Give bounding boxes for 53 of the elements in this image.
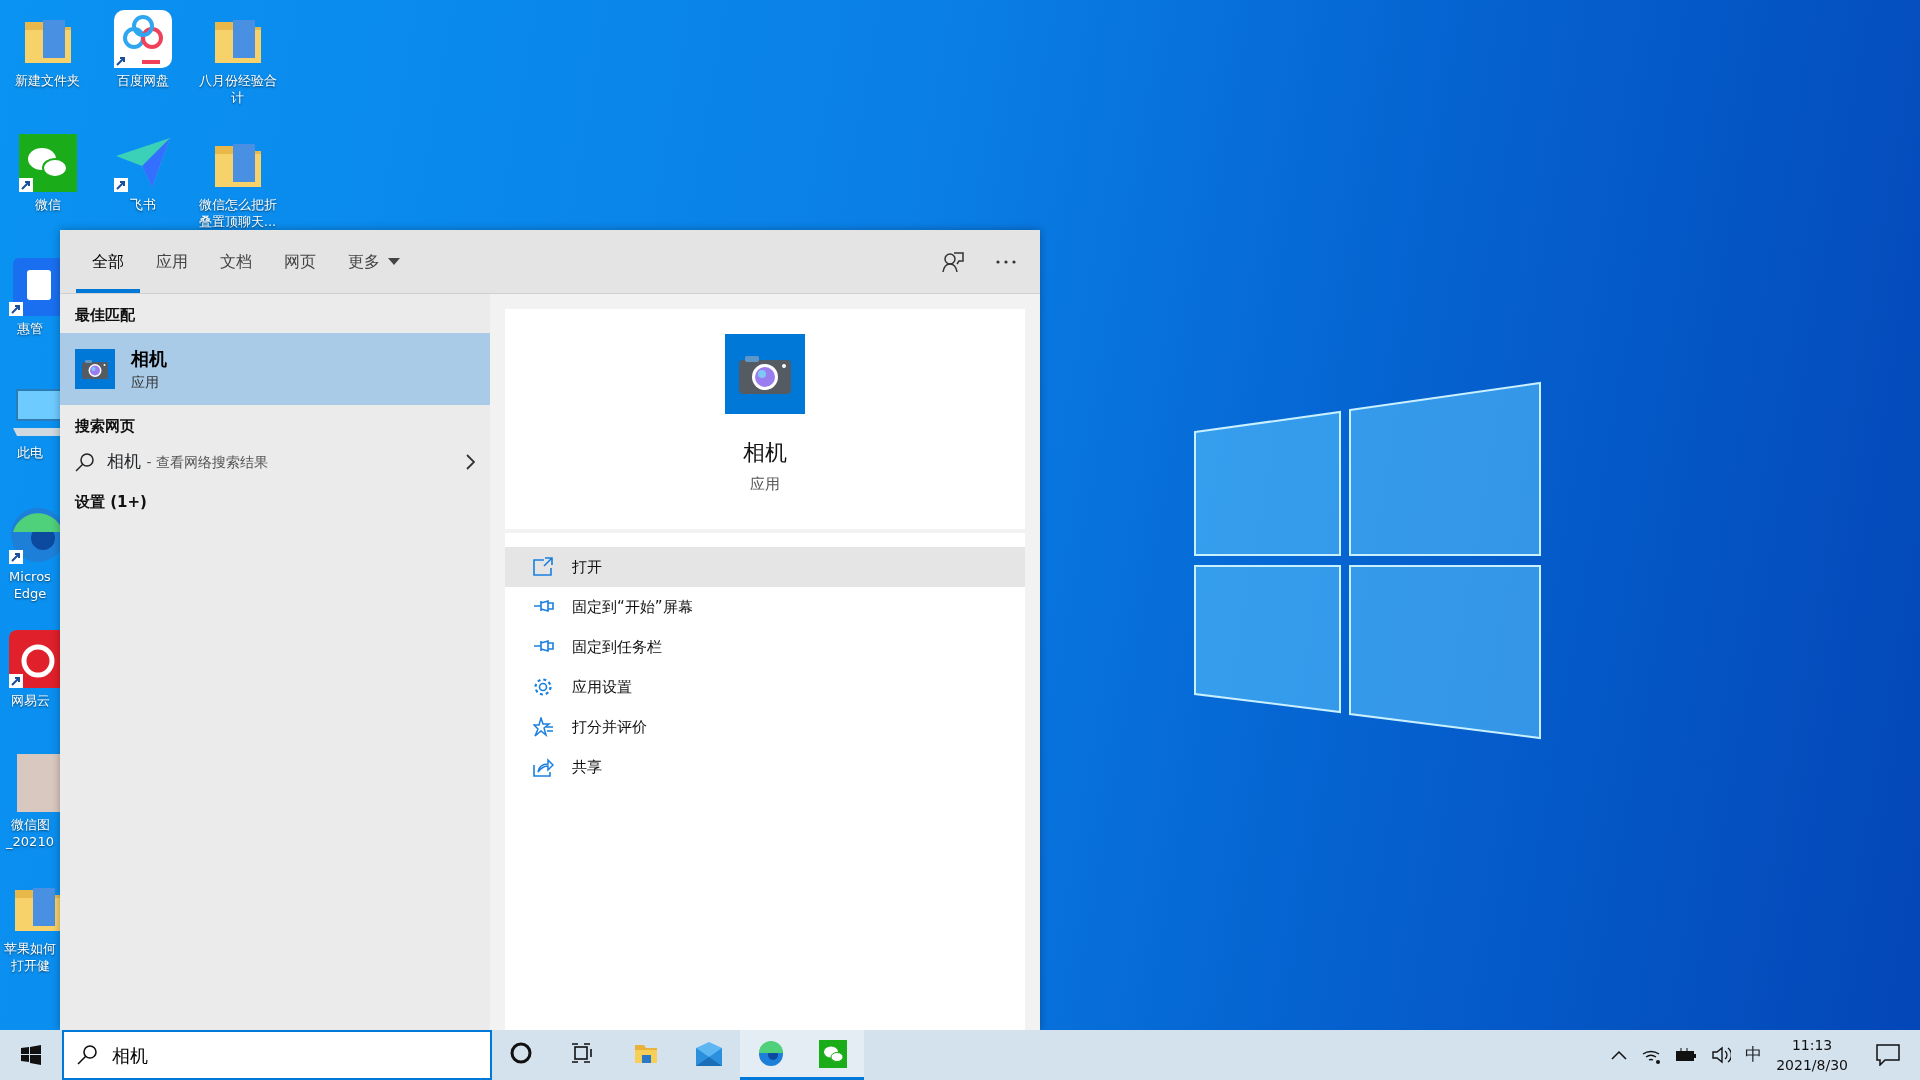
result-item[interactable]: 相机 应用 bbox=[60, 332, 490, 405]
icon-label: 此电 bbox=[16, 444, 44, 461]
action-item[interactable]: 打开 bbox=[505, 547, 1025, 587]
battery-icon[interactable] bbox=[1675, 1048, 1698, 1062]
chevron-right-icon bbox=[465, 453, 475, 470]
open-icon bbox=[533, 557, 554, 577]
icon-label: 八月份经验合 计 bbox=[197, 72, 278, 106]
clock[interactable]: 11:13 2021/8/30 bbox=[1776, 1035, 1848, 1075]
windows-logo-icon bbox=[21, 1045, 41, 1065]
app-title: 相机 bbox=[743, 439, 787, 467]
envelope-icon bbox=[695, 1041, 723, 1069]
person-feedback-icon bbox=[942, 250, 964, 273]
icon-label: 网易云 bbox=[9, 692, 51, 709]
icon-label: 苹果如何 打开健 bbox=[3, 940, 57, 974]
caret-icon bbox=[388, 257, 400, 266]
icon-label: 飞书 bbox=[128, 196, 157, 213]
ellipsis-icon bbox=[996, 259, 1016, 264]
settings-icon bbox=[533, 677, 554, 697]
volume-icon[interactable] bbox=[1711, 1046, 1732, 1064]
tab[interactable]: 文档 bbox=[204, 230, 268, 293]
result-title: 相机 bbox=[131, 346, 167, 371]
cloud-app-icon[interactable] bbox=[111, 8, 174, 70]
camera-icon bbox=[725, 334, 805, 414]
icon-label: 微信 bbox=[33, 196, 62, 213]
notification-icon[interactable] bbox=[1876, 1044, 1900, 1066]
search-icon bbox=[75, 451, 95, 472]
icon-label: Micros Edge bbox=[8, 568, 52, 602]
share-icon bbox=[533, 757, 554, 777]
section-heading: 设置 (1+) bbox=[73, 491, 148, 513]
browser-icon bbox=[757, 1039, 785, 1068]
icon-label: 惠管 bbox=[16, 320, 44, 337]
input-method-indicator[interactable]: 中 bbox=[1745, 1042, 1763, 1068]
app-subtitle: 应用 bbox=[750, 474, 780, 495]
web-search-text: 相机 - 查看网络搜索结果 bbox=[107, 450, 269, 473]
search-icon bbox=[76, 1044, 98, 1066]
web-search-item[interactable]: 相机 - 查看网络搜索结果 bbox=[60, 443, 490, 481]
search-field[interactable]: 相机 bbox=[62, 1030, 492, 1080]
icon-label: 微信图 _20210 bbox=[5, 816, 55, 850]
chat-app-icon bbox=[819, 1039, 847, 1068]
tab[interactable]: 全部 bbox=[76, 230, 140, 293]
tab[interactable]: 网页 bbox=[268, 230, 332, 293]
chevron-up-icon[interactable] bbox=[1611, 1050, 1628, 1060]
camera-icon bbox=[75, 348, 115, 389]
tab[interactable]: 应用 bbox=[140, 230, 204, 293]
result-subtitle: 应用 bbox=[131, 372, 160, 392]
icon-label: 新建文件夹 bbox=[14, 72, 81, 89]
star-icon bbox=[533, 717, 554, 737]
icon-label: 微信怎么把折 叠置顶聊天... bbox=[197, 196, 278, 230]
icon-label: 百度网盘 bbox=[115, 72, 170, 89]
section-heading: 最佳匹配 bbox=[74, 305, 136, 326]
section-heading: 搜索网页 bbox=[74, 415, 136, 437]
chat-app-icon[interactable] bbox=[16, 132, 79, 194]
tab[interactable]: 更多 bbox=[332, 230, 416, 293]
